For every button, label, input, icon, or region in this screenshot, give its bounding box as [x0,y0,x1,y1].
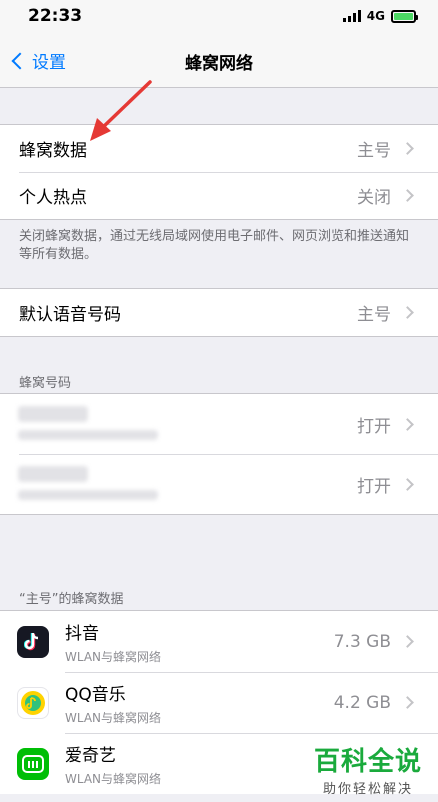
default-voice-line-row[interactable]: 默认语音号码 主号 [0,289,438,336]
redacted-line-name [18,406,88,422]
section-header-sim: 蜂窝号码 [19,376,72,391]
row-label: 默认语音号码 [19,305,121,325]
app-data-usage: 4.2 GB [333,692,391,713]
cellular-data-row[interactable]: 蜂窝数据 主号 [0,125,438,172]
chevron-right-icon [401,142,414,155]
row-value: 打开 [357,476,391,497]
chevron-right-icon [401,635,414,648]
row-value: 打开 [357,416,391,437]
sim-line-row[interactable]: 打开 [0,454,438,514]
redacted-line-number [18,490,158,500]
status-time: 22:33 [28,6,83,26]
battery-icon [391,9,418,23]
chevron-right-icon [401,306,414,319]
app-row-douyin[interactable]: 抖音 WLAN与蜂窝网络 7.3 GB [0,611,438,672]
app-network-mode: WLAN与蜂窝网络 [65,649,162,664]
chevron-right-icon [401,189,414,202]
app-network-mode: WLAN与蜂窝网络 [65,710,162,725]
douyin-icon [17,625,49,658]
cellular-settings-group: 蜂窝数据 主号 个人热点 关闭 [0,124,438,220]
signal-icon [342,10,361,22]
app-name: QQ音乐 [65,684,126,705]
watermark-title: 百科全说 [313,747,422,777]
chevron-right-icon [401,417,414,431]
qqmusic-icon [17,686,49,719]
navigation-bar: 设置 蜂窝网络 [0,34,438,88]
personal-hotspot-row[interactable]: 个人热点 关闭 [0,172,438,219]
sim-line-row[interactable]: 打开 [0,394,438,454]
status-bar: 22:33 4G [0,0,438,34]
app-row-qqmusic[interactable]: QQ音乐 WLAN与蜂窝网络 4.2 GB [0,672,438,733]
app-data-usage: 7.3 GB [333,631,391,652]
row-label: 蜂窝数据 [19,141,87,161]
redacted-line-number [18,430,158,440]
sim-lines-group: 打开 打开 [0,393,438,515]
row-value: 关闭 [357,188,391,208]
watermark-subtitle: 助你轻松解决 [322,782,413,797]
watermark: 百科全说 助你轻松解决 [314,741,422,797]
chevron-right-icon [401,696,414,709]
status-indicators: 4G [342,9,418,23]
chevron-right-icon [401,477,414,491]
cellular-footer-note: 关闭蜂窝数据，通过无线局域网使用电子邮件、网页浏览和推送通知等所有数据。 [19,229,410,262]
iqiyi-icon [17,747,49,780]
section-header-app-usage: “主号”的蜂窝数据 [19,592,124,607]
page-title: 蜂窝网络 [185,54,253,74]
row-value: 主号 [357,141,391,161]
row-label: 个人热点 [19,188,87,208]
app-name: 抖音 [65,623,99,644]
redacted-line-name [18,466,88,482]
network-type: 4G [366,9,385,23]
default-voice-group: 默认语音号码 主号 [0,288,438,337]
row-value: 主号 [357,305,391,325]
